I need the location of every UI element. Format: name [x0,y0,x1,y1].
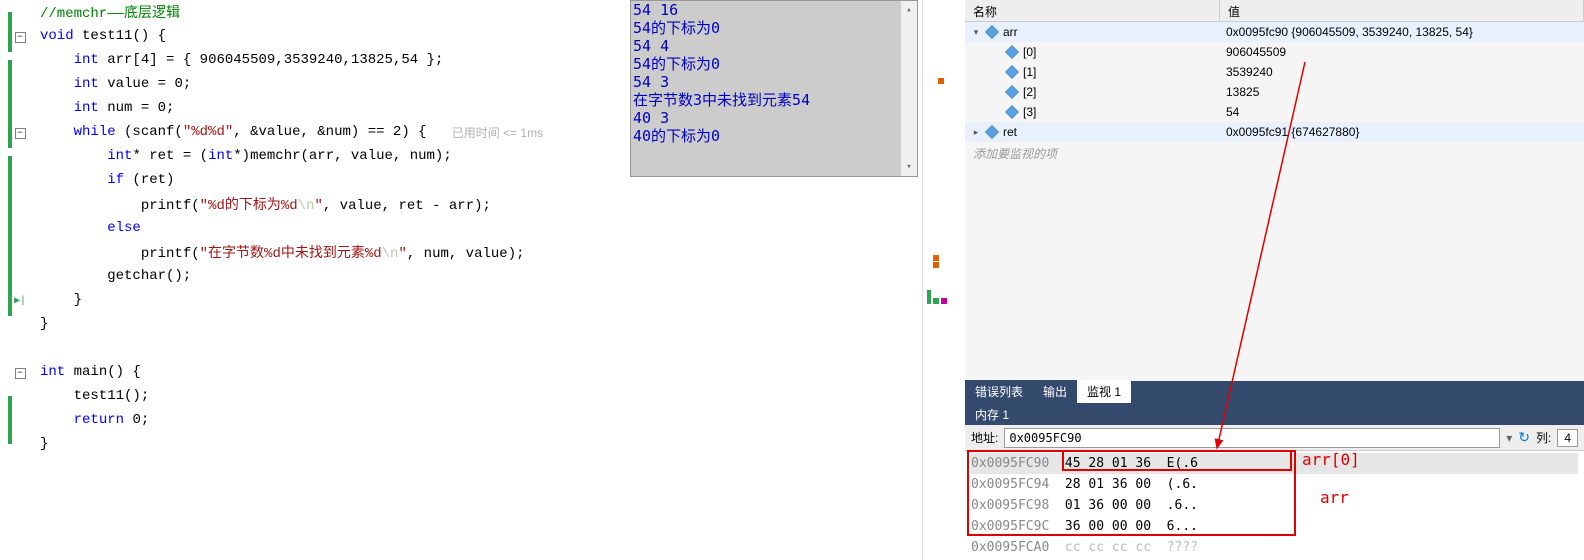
memory-address-input[interactable] [1004,428,1500,448]
scroll-down-icon[interactable]: ▾ [906,158,911,176]
watch-var-value: 3539240 [1220,65,1584,79]
console-window: 54 1654的下标为054 454的下标为054 3在字节数3中未找到元素54… [630,0,918,177]
expand-icon[interactable]: ▾ [971,27,981,38]
console-line: 54的下标为0 [631,55,917,73]
console-line: 40的下标为0 [631,127,917,145]
refresh-icon[interactable]: ↻ [1518,429,1530,446]
variable-icon [1005,105,1019,119]
watch-row[interactable]: [2] 13825 [965,82,1584,102]
watch-var-value: 54 [1220,105,1584,119]
memory-col-label: 列: [1536,429,1551,446]
memory-row: 0x0095FC90 45 28 01 36 E(.6 [971,453,1578,474]
console-line: 40 3 [631,109,917,127]
scrollbar[interactable]: ▴ ▾ [900,1,917,176]
tab-watch1[interactable]: 监视 1 [1077,380,1131,403]
variable-icon [985,125,999,139]
console-line: 在字节数3中未找到元素54 [631,91,917,109]
annotation-label-arr0: arr[0] [1302,450,1360,469]
watch-var-name: arr [1003,25,1018,39]
variable-icon [985,25,999,39]
memory-row: 0x0095FCA0 cc cc cc cc ???? [971,537,1578,558]
scroll-up-icon[interactable]: ▴ [906,1,911,19]
minimap[interactable] [922,0,962,560]
watch-row[interactable]: ▾ arr 0x0095fc90 {906045509, 3539240, 1382… [965,22,1584,42]
tab-output[interactable]: 输出 [1033,380,1077,403]
code-comment: //memchr——底层逻辑 [40,2,180,22]
memory-col-value: 4 [1557,429,1578,447]
memory-row: 0x0095FC9C 36 00 00 00 6... [971,516,1578,537]
watch-var-value: 0x0095fc90 {906045509, 3539240, 13825, 5… [1220,25,1584,39]
watch-row[interactable]: [0] 906045509 [965,42,1584,62]
console-line: 54 4 [631,37,917,55]
console-line: 54 3 [631,73,917,91]
memory-row: 0x0095FC98 01 36 00 00 .6.. [971,495,1578,516]
perf-hint: 已用时间 <= 1ms [452,124,543,141]
console-line: 54的下标为0 [631,19,917,37]
watch-header-name[interactable]: 名称 [965,0,1220,21]
annotation-label-arr: arr [1320,488,1349,507]
add-watch-item[interactable]: 添加要监视的项 [965,142,1584,165]
watch-var-value: 906045509 [1220,45,1584,59]
memory-title: 内存 1 [965,403,1584,425]
watch-header: 名称 值 [965,0,1584,22]
watch-header-value[interactable]: 值 [1220,0,1584,21]
watch-var-name: [1] [1023,65,1036,79]
watch-rows: ▾ arr 0x0095fc90 {906045509, 3539240, 1382… [965,22,1584,142]
memory-dump[interactable]: 0x0095FC90 45 28 01 36 E(.60x0095FC94 28… [965,451,1584,560]
watch-var-value: 0x0095fc91 {674627880} [1220,125,1584,139]
memory-address-bar: 地址: ▾ ↻ 列: 4 [965,425,1584,451]
dropdown-icon[interactable]: ▾ [1506,431,1512,445]
watch-var-name: [3] [1023,105,1036,119]
fold-icon[interactable]: − [15,32,26,43]
watch-var-value: 13825 [1220,85,1584,99]
watch-var-name: [2] [1023,85,1036,99]
watch-row[interactable]: [1] 3539240 [965,62,1584,82]
fold-icon[interactable]: − [15,128,26,139]
tab-error-list[interactable]: 错误列表 [965,380,1033,403]
fold-icon[interactable]: − [15,368,26,379]
variable-icon [1005,45,1019,59]
console-line: 54 16 [631,1,917,19]
watch-var-name: [0] [1023,45,1036,59]
watch-var-name: ret [1003,125,1017,139]
watch-row[interactable]: ▸ ret 0x0095fc91 {674627880} [965,122,1584,142]
expand-icon[interactable]: ▸ [971,127,981,138]
variable-icon [1005,65,1019,79]
variable-icon [1005,85,1019,99]
memory-addr-label: 地址: [971,429,998,446]
debug-panel: 名称 值 ▾ arr 0x0095fc90 {906045509, 3539240,… [965,0,1584,560]
memory-row: 0x0095FC94 28 01 36 00 (.6. [971,474,1578,495]
watch-row[interactable]: [3] 54 [965,102,1584,122]
execution-pointer-icon: ▶| [14,296,26,307]
bottom-tabs: 错误列表 输出 监视 1 [965,381,1584,403]
